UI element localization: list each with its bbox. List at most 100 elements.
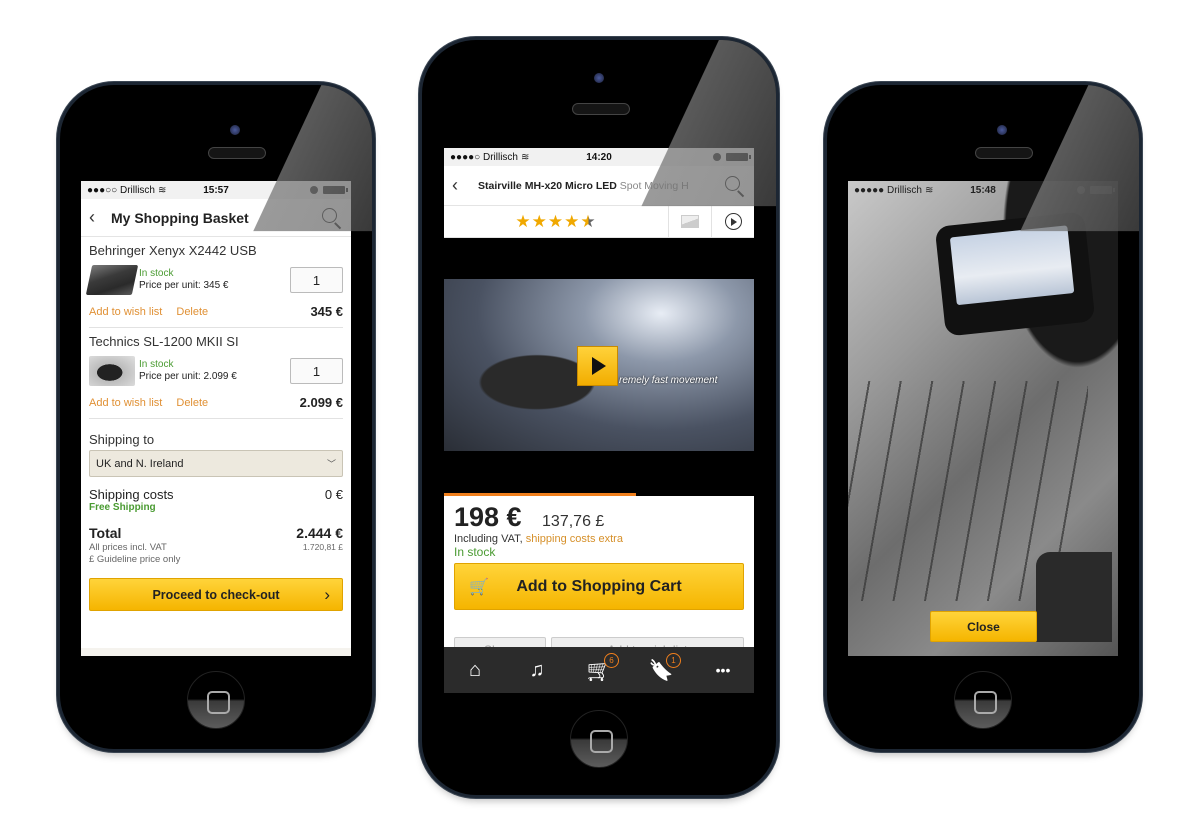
search-icon[interactable] [724,175,746,197]
gbp-note: £ Guideline price only [89,554,181,565]
full-stars: ★★★★ [515,211,581,231]
alarm-icon [1077,186,1085,194]
unit-price: Price per unit: 345 € [139,280,229,291]
front-camera [230,125,240,135]
clock: 15:57 [203,184,229,196]
stock-status: In stock [454,545,496,559]
front-camera [997,125,1007,135]
alarm-icon [310,186,318,194]
home-button[interactable] [570,710,628,768]
front-camera [594,73,604,83]
tab-bar: ⌂ ♫ 🛒 6 🔖 1 ••• [444,647,754,693]
basket-item: Technics SL-1200 MKII SI In stock Price … [89,328,343,419]
add-to-wishlist-link[interactable]: Add to wish list [89,306,162,318]
alarm-icon [713,153,721,161]
wifi-icon: ≋ [520,151,530,163]
quantity-input[interactable]: 1 [290,358,343,384]
free-shipping-label: Free Shipping [89,502,156,513]
basket-header: ‹ My Shopping Basket [81,199,351,237]
product-header: ‹ Stairville MH-x20 Micro LED Spot Movin… [444,166,754,206]
shipping-costs-value: 0 € [324,487,343,502]
status-bar: ●●●●● Drillisch ≋ 15:48 [848,181,1118,199]
basket-item: Behringer Xenyx X2442 USB In stock Price… [85,237,343,328]
product-thumbnail[interactable] [89,356,135,386]
total-label: Total [89,525,122,541]
earpiece [572,103,630,115]
image-gallery-button[interactable] [668,206,711,237]
clock: 15:48 [970,184,996,196]
video-button[interactable] [711,206,754,237]
total-gbp: 1.720,81 £ [302,542,343,552]
home-button[interactable] [187,671,245,729]
product-video[interactable]: remely fast movement [444,238,754,496]
half-star-icon: ★ [580,211,597,231]
phone-basket: ●●●○○ Drillisch ≋ 15:57 ‹ My Shopping Ba… [60,85,372,749]
home-button[interactable] [954,671,1012,729]
play-button[interactable] [577,346,618,386]
clock: 14:20 [586,151,612,163]
tab-wishlist[interactable]: 🔖 1 [641,650,681,690]
gallery-screen: ●●●●● Drillisch ≋ 15:48 Close [848,181,1118,656]
back-button[interactable]: ‹ [452,175,474,196]
price-block: 198 € 137,76 £ Including VAT, shipping c… [444,496,754,610]
delete-link[interactable]: Delete [176,397,208,409]
tab-instruments[interactable]: ♫ [517,650,557,690]
more-icon: ••• [715,662,731,678]
stock-status: In stock [139,359,174,370]
shipping-country-select[interactable]: UK and N. Ireland ﹀ [89,450,343,477]
carrier: ●●●●● Drillisch [854,184,922,196]
product-title-bold: Stairville MH-x20 Micro LED [478,179,617,192]
add-to-wishlist-link[interactable]: Add to wish list [89,397,162,409]
battery-icon [323,186,348,194]
shipping-costs-link[interactable]: shipping costs extra [526,533,623,545]
basket-screen: ●●●○○ Drillisch ≋ 15:57 ‹ My Shopping Ba… [81,181,351,656]
vat-note: All prices incl. VAT [89,542,167,553]
product-title-rest: Spot Moving H [616,179,689,192]
search-icon[interactable] [321,207,343,229]
add-to-cart-button[interactable]: 🛒 Add to Shopping Cart [454,563,744,610]
video-caption: remely fast movement [619,375,718,386]
tab-more[interactable]: ••• [703,650,743,690]
price-eur: 198 € [454,502,522,532]
add-to-cart-label: Add to Shopping Cart [516,577,682,595]
shipping-costs-label: Shipping costs [89,487,174,502]
wifi-icon: ≋ [157,184,167,196]
total-value: 2.444 € [296,525,343,541]
play-circle-icon [724,213,742,230]
item-name[interactable]: Technics SL-1200 MKII SI [89,334,343,349]
mixer-display-image [934,211,1096,337]
shipping-to-label: Shipping to [89,432,155,447]
mixer-pad-image [1036,552,1112,642]
product-title: Stairville MH-x20 Micro LED Spot Moving … [474,180,724,192]
battery-icon [1090,186,1115,194]
price-gbp: 137,76 £ [542,513,605,530]
tab-cart[interactable]: 🛒 6 [579,650,619,690]
chevron-down-icon: ﹀ [326,459,336,469]
tab-home[interactable]: ⌂ [455,650,495,690]
home-icon: ⌂ [468,658,482,681]
unit-price: Price per unit: 2.099 € [139,371,237,382]
product-screen: ●●●●○ Drillisch ≋ 14:20 ‹ Stairville MH-… [444,148,754,693]
star-rating[interactable]: ★★★★ ★ [444,206,668,237]
product-thumbnail[interactable] [85,265,139,295]
item-name[interactable]: Behringer Xenyx X2442 USB [89,243,343,258]
status-bar: ●●●●○ Drillisch ≋ 14:20 [444,148,754,166]
wishlist-count-badge: 1 [666,653,681,668]
back-button[interactable]: ‹ [89,207,111,228]
carrier: ●●●●○ Drillisch [450,151,518,163]
rating-bar: ★★★★ ★ [444,206,754,238]
wifi-icon: ≋ [924,184,934,196]
earpiece [208,147,266,159]
close-button[interactable]: Close [930,611,1037,642]
phone-gallery: ●●●●● Drillisch ≋ 15:48 Close [827,85,1139,749]
battery-icon [726,153,751,161]
video-progress-bar[interactable] [444,493,637,496]
checkout-label: Proceed to check-out [152,587,280,602]
vat-text: Including VAT, [454,533,526,545]
quantity-input[interactable]: 1 [290,267,343,293]
phone-product: ●●●●○ Drillisch ≋ 14:20 ‹ Stairville MH-… [422,40,776,795]
checkout-button[interactable]: Proceed to check-out › [89,578,343,611]
item-price: 2.099 € [299,395,343,410]
item-price: 345 € [310,304,343,319]
delete-link[interactable]: Delete [176,306,208,318]
